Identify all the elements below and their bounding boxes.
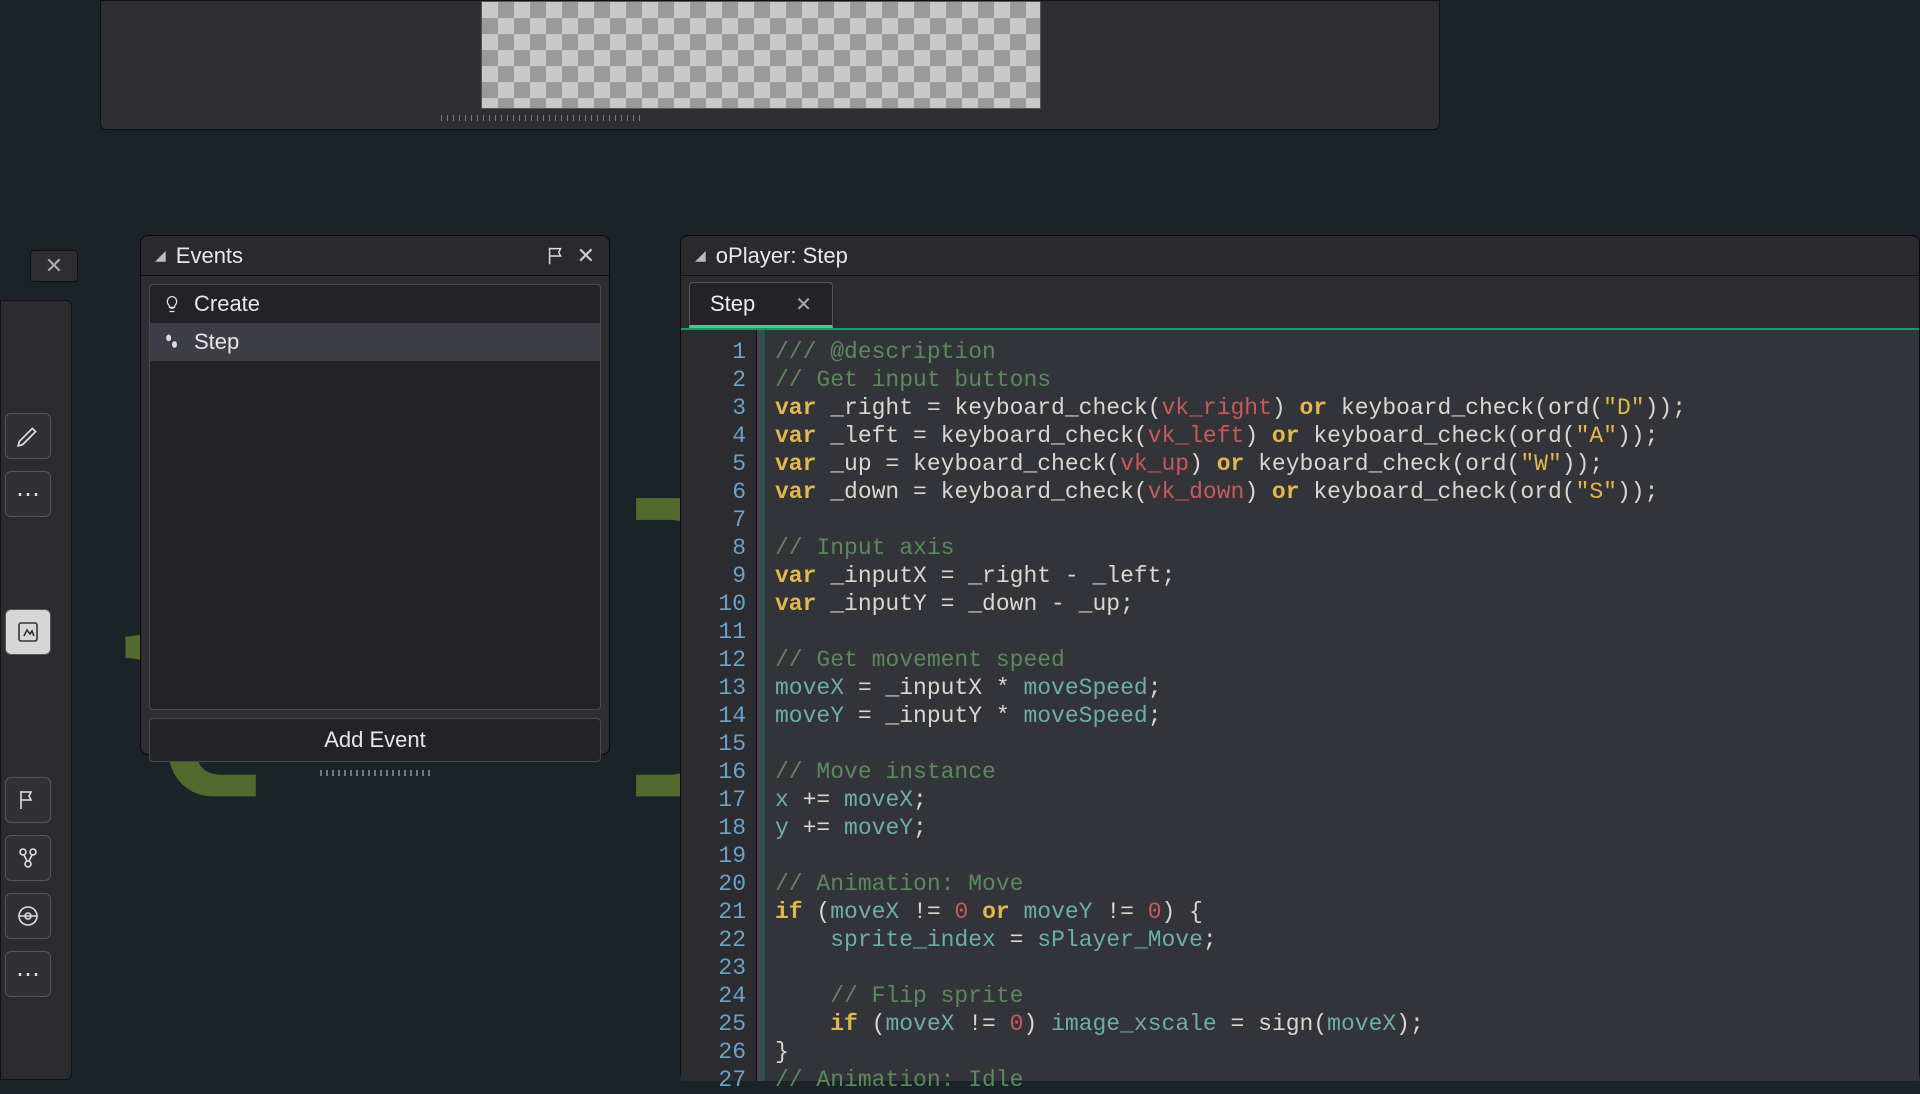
event-item-step[interactable]: Step: [150, 323, 600, 361]
timeline-ruler[interactable]: [441, 115, 641, 121]
flag-tool-icon[interactable]: [5, 777, 51, 823]
physics-tool-icon[interactable]: [5, 893, 51, 939]
code-tabbar: Step ✕: [681, 276, 1919, 330]
more-tool-icon[interactable]: ⋯: [5, 471, 51, 517]
lightbulb-icon: [162, 294, 182, 314]
add-event-button[interactable]: Add Event: [149, 718, 601, 762]
edit-sprite-button[interactable]: [5, 609, 51, 655]
collapse-icon[interactable]: ◢: [695, 247, 706, 264]
brush-tool-icon[interactable]: [5, 413, 51, 459]
code-title: oPlayer: Step: [716, 243, 1905, 269]
parent-tool-icon[interactable]: [5, 835, 51, 881]
tool-strip: ⋯ ⋯: [0, 300, 72, 1080]
line-gutter: 1234567891011121314151617181920212223242…: [681, 330, 757, 1081]
code-tab-label: Step: [710, 291, 755, 317]
code-tab-step[interactable]: Step ✕: [689, 282, 833, 328]
events-panel: ◢ Events ✕ Create Step Add Event: [140, 235, 610, 755]
add-event-label: Add Event: [324, 727, 426, 753]
events-title: Events: [176, 243, 535, 269]
close-icon[interactable]: ✕: [577, 243, 595, 269]
events-list: Create Step: [149, 284, 601, 710]
code-text[interactable]: /// @description// Get input buttonsvar …: [765, 330, 1919, 1081]
sprite-timeline-panel: [100, 0, 1440, 130]
events-panel-header[interactable]: ◢ Events ✕: [141, 236, 609, 276]
close-tab-icon[interactable]: ✕: [795, 292, 812, 317]
footsteps-icon: [162, 332, 182, 352]
code-area[interactable]: 1234567891011121314151617181920212223242…: [681, 330, 1919, 1081]
event-item-create[interactable]: Create: [150, 285, 600, 323]
event-label: Step: [194, 329, 239, 355]
more-bottom-icon[interactable]: ⋯: [5, 951, 51, 997]
gutter-strip: [757, 330, 765, 1081]
event-label: Create: [194, 291, 260, 317]
code-panel-header[interactable]: ◢ oPlayer: Step: [681, 236, 1919, 276]
resize-grip[interactable]: [320, 770, 430, 776]
code-editor-panel: ◢ oPlayer: Step Step ✕ 12345678910111213…: [680, 235, 1920, 1080]
collapse-icon[interactable]: ◢: [155, 247, 166, 264]
flag-icon[interactable]: [545, 245, 567, 267]
sprite-canvas[interactable]: [481, 1, 1041, 109]
left-panel-close[interactable]: ✕: [30, 250, 78, 282]
